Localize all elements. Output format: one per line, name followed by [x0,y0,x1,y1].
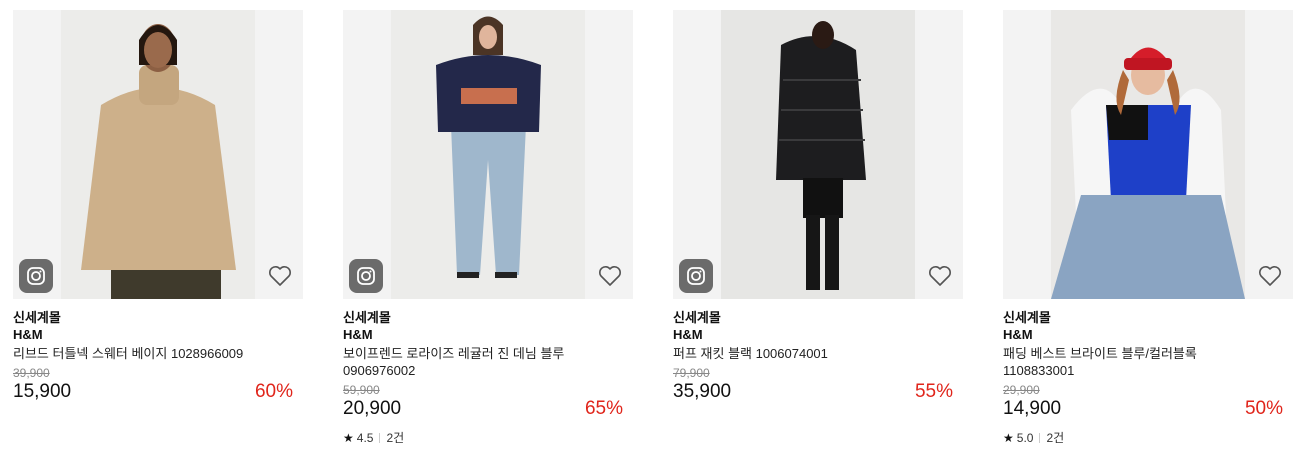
review-count: 2건 [386,431,405,445]
product-photo [61,10,255,299]
original-price: 59,900 [343,383,380,397]
product-name[interactable]: 보이프렌드 로라이즈 레귤러 진 데님 블루 0906976002 [343,345,633,379]
rating-value: 5.0 [1016,430,1034,445]
product-name-line: 1108833001 [1003,363,1075,378]
sale-price: 35,900 [673,381,732,402]
product-name-line: 0906976002 [343,363,416,378]
rating-row[interactable]: ★ 4.5 2건 [343,429,633,446]
rating-value: 4.5 [356,430,374,445]
product-name[interactable]: 퍼프 재킷 블랙 1006074001 [673,345,963,362]
product-image[interactable] [343,10,633,299]
product-photo [721,10,915,299]
product-name-line: 퍼프 재킷 블랙 1006074001 [673,346,828,361]
brand-name[interactable]: H&M [673,326,963,343]
camera-badge[interactable] [19,259,53,293]
heart-outline-icon [1259,266,1281,286]
discount-rate: 60% [254,381,293,402]
review-count: 2건 [1046,431,1065,445]
divider [1039,432,1041,443]
camera-icon [357,267,375,285]
sale-price: 20,900 [343,398,402,419]
original-price: 79,900 [673,366,710,380]
original-price: 29,900 [1003,383,1040,397]
heart-outline-icon [599,266,621,286]
product-card[interactable]: 신세계몰 H&M 리브드 터틀넥 스웨터 베이지 1028966009 39,9… [13,10,303,404]
price-row: 14,900 50% [1003,397,1293,421]
discount-rate: 65% [584,398,623,419]
heart-outline-icon [929,266,951,286]
product-image[interactable] [673,10,963,299]
camera-badge[interactable] [349,259,383,293]
discount-rate: 55% [914,381,953,402]
store-tag: 신세계몰 [343,310,391,325]
product-photo [1051,10,1245,299]
product-name-line: 패딩 베스트 브라이트 블루/컬러블록 [1003,346,1197,361]
product-photo [391,10,585,299]
store-tag: 신세계몰 [673,310,721,325]
product-image[interactable] [1003,10,1293,299]
product-name-line: 보이프렌드 로라이즈 레귤러 진 데님 블루 [343,346,565,361]
price-row: 20,900 65% [343,397,633,421]
product-image[interactable] [13,10,303,299]
rating-row[interactable]: ★ 5.0 2건 [1003,429,1293,446]
star-icon: ★ [343,430,354,445]
brand-name[interactable]: H&M [13,326,303,343]
product-card[interactable]: 신세계몰 H&M 패딩 베스트 브라이트 블루/컬러블록 1108833001 … [1003,10,1293,446]
product-grid: 신세계몰 H&M 리브드 터틀넥 스웨터 베이지 1028966009 39,9… [0,0,1300,468]
wishlist-button[interactable] [267,263,293,289]
heart-outline-icon [269,266,291,286]
price-row: 15,900 60% [13,380,303,404]
sale-price: 15,900 [13,381,72,402]
camera-icon [687,267,705,285]
product-name[interactable]: 패딩 베스트 브라이트 블루/컬러블록 1108833001 [1003,345,1293,379]
wishlist-button[interactable] [927,263,953,289]
divider [379,432,381,443]
camera-icon [27,267,45,285]
wishlist-button[interactable] [597,263,623,289]
camera-badge[interactable] [679,259,713,293]
price-row: 35,900 55% [673,380,963,404]
original-price: 39,900 [13,366,50,380]
wishlist-button[interactable] [1257,263,1283,289]
product-name[interactable]: 리브드 터틀넥 스웨터 베이지 1028966009 [13,345,303,362]
sale-price: 14,900 [1003,398,1062,419]
product-card[interactable]: 신세계몰 H&M 퍼프 재킷 블랙 1006074001 79,900 35,9… [673,10,963,404]
product-card[interactable]: 신세계몰 H&M 보이프렌드 로라이즈 레귤러 진 데님 블루 09069760… [343,10,633,446]
store-tag: 신세계몰 [1003,310,1051,325]
product-name-line: 리브드 터틀넥 스웨터 베이지 1028966009 [13,346,244,361]
brand-name[interactable]: H&M [343,326,633,343]
star-icon: ★ [1003,430,1014,445]
store-tag: 신세계몰 [13,310,61,325]
brand-name[interactable]: H&M [1003,326,1293,343]
discount-rate: 50% [1244,398,1283,419]
